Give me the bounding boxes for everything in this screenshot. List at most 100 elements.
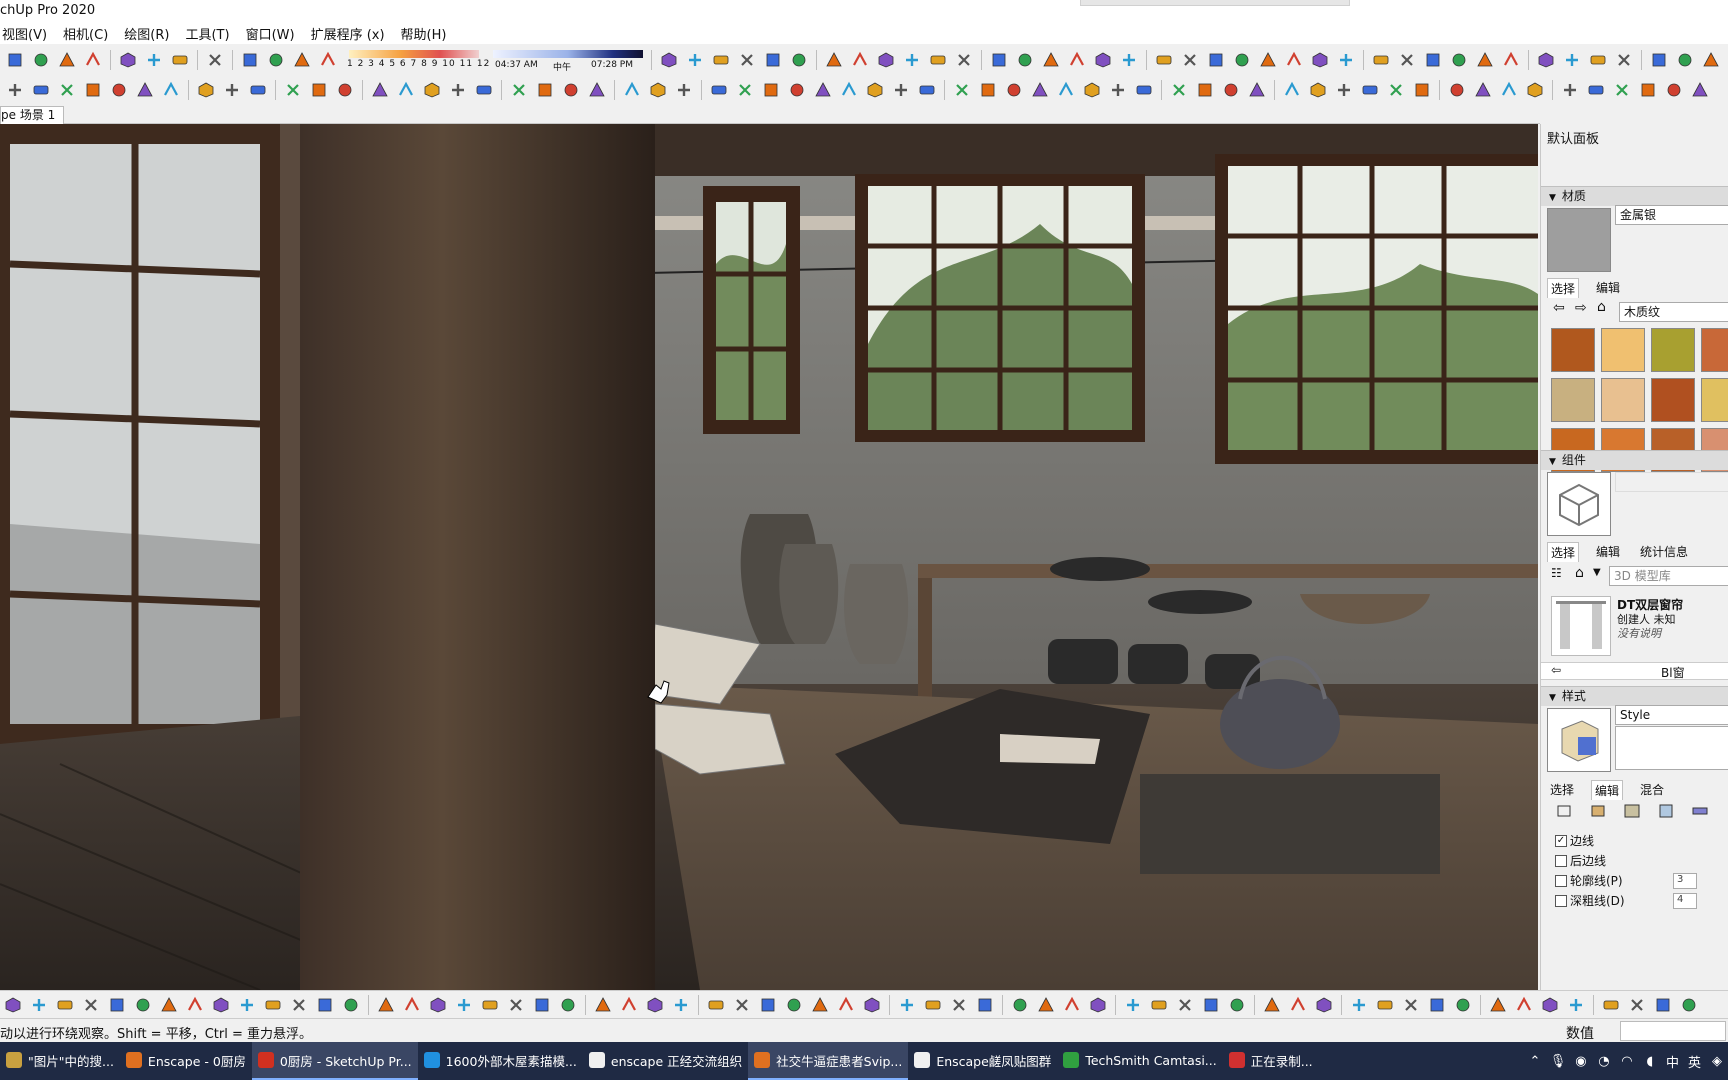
import-tool-icon[interactable] [1231,49,1253,71]
texture-tool-icon[interactable] [531,994,553,1016]
tab-components-1[interactable]: 编辑 [1593,542,1623,562]
render-tool-icon[interactable] [288,994,310,1016]
material-name-field[interactable]: 金属银 [1615,205,1728,225]
tab-components-2[interactable]: 统计信息 [1637,542,1691,562]
rotate-tool-icon[interactable] [1411,79,1433,101]
zoom-tool-icon[interactable] [1226,994,1248,1016]
component-tool-icon[interactable] [158,994,180,1016]
style-tool-icon[interactable] [473,79,495,101]
text-tool-icon[interactable] [1122,994,1144,1016]
eraser-tool-icon[interactable] [30,49,52,71]
select-tool-icon[interactable] [1648,49,1670,71]
arc-tool-icon[interactable] [117,49,139,71]
material-swatch[interactable] [1601,378,1645,422]
taskbar-item[interactable]: enscape 正经交流组织 [583,1042,748,1080]
material-tool-icon[interactable] [557,994,579,1016]
checkbox[interactable] [1555,854,1567,867]
ime-mode-indicator[interactable]: 英 [1688,1052,1701,1071]
menu-item-2[interactable]: 绘图(R) [116,24,177,43]
plugin-tool-icon[interactable] [1081,79,1103,101]
taskbar-item[interactable]: Enscape鹾凤贴图群 [908,1042,1057,1080]
taskbar-item[interactable]: "图片"中的搜... [0,1042,120,1080]
zoom-tool-icon[interactable] [334,79,356,101]
orbit-tool-icon[interactable] [282,79,304,101]
zoom-extents-tool-icon[interactable] [1689,79,1711,101]
pan-tool-icon[interactable] [308,79,330,101]
light-tool-icon[interactable] [1474,49,1496,71]
curtain-thumbnail[interactable] [1551,596,1611,656]
taskbar-item[interactable]: TechSmith Camtasi... [1057,1042,1222,1080]
camera-tool-icon[interactable] [508,79,530,101]
scene-tool-icon[interactable] [1153,49,1175,71]
home-icon[interactable]: ⌂ [1575,565,1584,581]
arc-tool-icon[interactable] [1307,79,1329,101]
array-tool-icon[interactable] [1396,49,1418,71]
material-swatch[interactable] [1701,328,1728,372]
scale-tool-icon[interactable] [1446,79,1468,101]
flip-tool-icon[interactable] [916,79,938,101]
light-tool-icon[interactable] [592,994,614,1016]
orbit-tool-icon[interactable] [1174,994,1196,1016]
component-search-input[interactable]: 3D 模型库 [1609,566,1728,586]
follow-me-tool-icon[interactable] [427,994,449,1016]
material-tool-icon[interactable] [1003,79,1025,101]
home-icon[interactable]: ⌂ [1597,299,1606,315]
style-name-field[interactable]: Style [1615,705,1728,725]
line-tool-icon[interactable] [82,49,104,71]
edge-option[interactable]: ✓ 边线 [1555,832,1594,849]
select-tool-icon[interactable] [4,49,26,71]
security-icon[interactable]: ◈ [1710,1054,1724,1069]
walk-tool-icon[interactable] [988,49,1010,71]
volume-icon[interactable]: ◖ [1643,1054,1657,1069]
edge-option[interactable]: 轮廓线(P) 3 [1555,872,1697,889]
rectangle-tool-icon[interactable] [4,79,26,101]
look-around-tool-icon[interactable] [1014,49,1036,71]
style-tool-icon[interactable] [1374,994,1396,1016]
eraser-tool-icon[interactable] [1220,79,1242,101]
push-pull-tool-icon[interactable] [1359,79,1381,101]
walk-tool-icon[interactable] [534,79,556,101]
qq-icon[interactable]: ◉ [1574,1054,1588,1069]
model-viewport[interactable] [0,124,1538,990]
style-description-field[interactable] [1615,726,1728,770]
checkbox[interactable] [1555,894,1567,907]
tape-tool-icon[interactable] [1061,994,1083,1016]
rectangle-tool-icon[interactable] [1333,79,1355,101]
sun-tool-icon[interactable] [1055,79,1077,101]
back-arrow-icon[interactable]: ⇦ [1553,300,1565,316]
move-tool-icon[interactable] [1385,79,1407,101]
rotate-tool-icon[interactable] [82,79,104,101]
import-tool-icon[interactable] [1678,994,1700,1016]
dimension-tool-icon[interactable] [1087,994,1109,1016]
scene-tool-icon[interactable] [262,994,284,1016]
texture-tool-icon[interactable] [977,79,999,101]
texture-tool-icon[interactable] [1422,49,1444,71]
follow-me-tool-icon[interactable] [1309,49,1331,71]
zoom-extents-tool-icon[interactable] [1261,994,1283,1016]
fog-tool-icon[interactable] [447,79,469,101]
scene-tab-1[interactable]: pe 场景 1 [0,106,65,124]
component-preview[interactable] [1547,472,1611,536]
chevron-down-icon[interactable]: ▼ [1593,567,1601,578]
line-tool-icon[interactable] [1281,79,1303,101]
material-swatch[interactable] [1601,328,1645,372]
export-tool-icon[interactable] [1205,49,1227,71]
offset-tool-icon[interactable] [1035,994,1057,1016]
render-tool-icon[interactable] [1179,49,1201,71]
render-tool-icon[interactable] [1626,994,1648,1016]
taskbar-item[interactable]: 正在录制... [1223,1042,1319,1080]
offset-tool-icon[interactable] [291,49,313,71]
material-library-dropdown[interactable]: 木质纹 [1619,302,1728,322]
shadow-tool-icon[interactable] [2,994,24,1016]
help-tool-icon[interactable] [1168,79,1190,101]
import-tool-icon[interactable] [340,994,362,1016]
edge-settings-icon[interactable] [1553,800,1575,822]
section-tool-icon[interactable] [1287,994,1309,1016]
group-tool-icon[interactable] [1066,49,1088,71]
move-tool-icon[interactable] [204,49,226,71]
camera-tool-icon[interactable] [953,49,975,71]
component-name-field[interactable] [1615,472,1728,492]
plugin-tool-icon[interactable] [644,994,666,1016]
forward-arrow-icon[interactable]: ⇨ [1575,300,1587,316]
menu-item-3[interactable]: 工具(T) [177,24,237,43]
